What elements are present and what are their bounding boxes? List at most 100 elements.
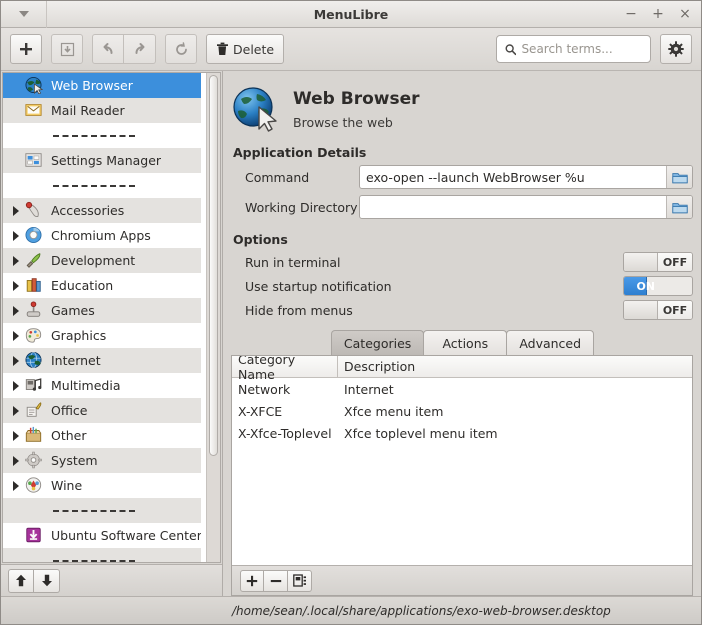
folder-icon[interactable]	[666, 166, 692, 188]
tab-label: Advanced	[519, 335, 582, 351]
application-details-fields: Command Working Directory	[231, 164, 693, 224]
sidebar-item-office[interactable]: Office	[3, 398, 201, 423]
working-directory-input[interactable]	[360, 196, 666, 218]
expand-arrow-icon[interactable]	[9, 405, 22, 416]
sidebar: Web Browser Mail Reader Settings Manager Ac…	[1, 71, 223, 596]
categories-table: Category Name Description Network Internet…	[231, 355, 693, 596]
sidebar-item-label: System	[51, 453, 98, 468]
sidebar-item-system[interactable]: System	[3, 448, 201, 473]
search-box[interactable]	[496, 35, 651, 63]
expand-arrow-icon[interactable]	[9, 430, 22, 441]
toggle-state-label: ON	[636, 279, 655, 293]
sidebar-item-chromium-apps[interactable]: Chromium Apps	[3, 223, 201, 248]
mail-icon	[24, 101, 46, 121]
expand-arrow-icon[interactable]	[9, 305, 22, 316]
tab-advanced[interactable]: Advanced	[506, 330, 595, 355]
triangle-down-icon	[18, 11, 29, 17]
table-row[interactable]: X-XFCE Xfce menu item	[232, 400, 692, 422]
move-down-button[interactable]	[34, 568, 60, 593]
command-input[interactable]	[360, 166, 666, 188]
sidebar-separator	[3, 498, 201, 523]
office-icon	[24, 401, 46, 421]
redo-button[interactable]	[124, 34, 156, 64]
option-label: Use startup notification	[245, 278, 392, 294]
sidebar-item-games[interactable]: Games	[3, 298, 201, 323]
undo-button[interactable]	[92, 34, 124, 64]
sidebar-item-label: Education	[51, 278, 114, 293]
sidebar-item-settings-manager[interactable]: Settings Manager	[3, 148, 201, 173]
field-input-wrapper[interactable]	[359, 165, 693, 189]
sidebar-item-label: Ubuntu Software Center	[51, 528, 201, 543]
add-launcher-button[interactable]	[10, 34, 42, 64]
sidebar-item-label: Settings Manager	[51, 153, 162, 168]
sidebar-item-label: Graphics	[51, 328, 107, 343]
sidebar-separator	[3, 123, 201, 148]
tab-categories[interactable]: Categories	[330, 330, 425, 355]
launcher-tree[interactable]: Web Browser Mail Reader Settings Manager Ac…	[3, 73, 220, 562]
globe-cursor-icon	[231, 85, 279, 133]
category-properties-button[interactable]	[288, 569, 312, 592]
sidebar-item-label: Games	[51, 303, 95, 318]
sidebar-item-ubuntu-software-center[interactable]: Ubuntu Software Center	[3, 523, 201, 548]
sidebar-item-wine[interactable]: Wine	[3, 473, 201, 498]
field-input-wrapper[interactable]	[359, 195, 693, 219]
expand-arrow-icon[interactable]	[9, 355, 22, 366]
column-header[interactable]: Category Name	[232, 356, 338, 382]
sidebar-item-internet[interactable]: Internet	[3, 348, 201, 373]
separator-dash	[53, 559, 135, 562]
toggle-hide-from-menus[interactable]: OFF	[623, 300, 693, 320]
sidebar-item-graphics[interactable]: Graphics	[3, 323, 201, 348]
folder-icon[interactable]	[666, 196, 692, 218]
sidebar-item-web-browser[interactable]: Web Browser	[3, 73, 201, 98]
education-icon	[24, 276, 46, 296]
sidebar-item-accessories[interactable]: Accessories	[3, 198, 201, 223]
table-row[interactable]: X-Xfce-Toplevel Xfce toplevel menu item	[232, 422, 692, 444]
column-header[interactable]: Description	[338, 356, 421, 377]
expand-arrow-icon[interactable]	[9, 255, 22, 266]
toggle-use-startup-notification[interactable]: ON	[623, 276, 693, 296]
refresh-button[interactable]	[165, 34, 197, 64]
expand-arrow-icon[interactable]	[9, 330, 22, 341]
search-icon	[505, 43, 517, 55]
menulibre-window: MenuLibre − + × Delete Search terms... W…	[0, 0, 702, 625]
search-input[interactable]	[521, 42, 642, 56]
title-bar: MenuLibre − + ×	[1, 0, 701, 28]
remove-category-button[interactable]	[264, 569, 288, 592]
expand-arrow-icon[interactable]	[9, 380, 22, 391]
sidebar-scrollbar[interactable]	[206, 73, 220, 562]
refresh-icon	[175, 41, 187, 55]
close-button[interactable]: ×	[678, 7, 692, 21]
sidebar-item-multimedia[interactable]: Multimedia	[3, 373, 201, 398]
option-row: Run in terminal OFF	[231, 251, 693, 273]
table-cell: X-XFCE	[238, 403, 283, 419]
sidebar-item-label: Other	[51, 428, 87, 443]
expand-arrow-icon[interactable]	[9, 480, 22, 491]
sidebar-item-development[interactable]: Development	[3, 248, 201, 273]
maximize-button[interactable]: +	[651, 7, 665, 21]
sidebar-item-mail-reader[interactable]: Mail Reader	[3, 98, 201, 123]
table-body[interactable]: Network Internet X-XFCE Xfce menu item X-Xfc…	[232, 378, 692, 565]
minimize-button[interactable]: −	[624, 7, 638, 21]
toggle-run-in-terminal[interactable]: OFF	[623, 252, 693, 272]
multimedia-icon	[24, 376, 46, 396]
games-icon	[24, 300, 46, 321]
expand-arrow-icon[interactable]	[9, 205, 22, 216]
save-button[interactable]	[51, 34, 83, 64]
expand-arrow-icon[interactable]	[9, 455, 22, 466]
sidebar-item-education[interactable]: Education	[3, 273, 201, 298]
expand-arrow-icon[interactable]	[9, 230, 22, 241]
delete-button[interactable]: Delete	[206, 34, 285, 64]
expand-arrow-icon[interactable]	[9, 280, 22, 291]
sidebar-scrollbar-thumb[interactable]	[209, 75, 218, 457]
sidebar-item-other[interactable]: Other	[3, 423, 201, 448]
move-up-button[interactable]	[8, 568, 34, 593]
arrow-down-icon	[41, 574, 52, 587]
gear-icon	[668, 41, 684, 57]
add-category-button[interactable]	[240, 569, 264, 592]
settings-button[interactable]	[660, 34, 692, 64]
option-label: Hide from menus	[245, 302, 353, 318]
window-menu-button[interactable]	[1, 0, 47, 28]
tab-actions[interactable]: Actions	[423, 330, 508, 355]
table-row[interactable]: Network Internet	[232, 378, 692, 400]
sidebar-item-label: Internet	[51, 353, 101, 368]
